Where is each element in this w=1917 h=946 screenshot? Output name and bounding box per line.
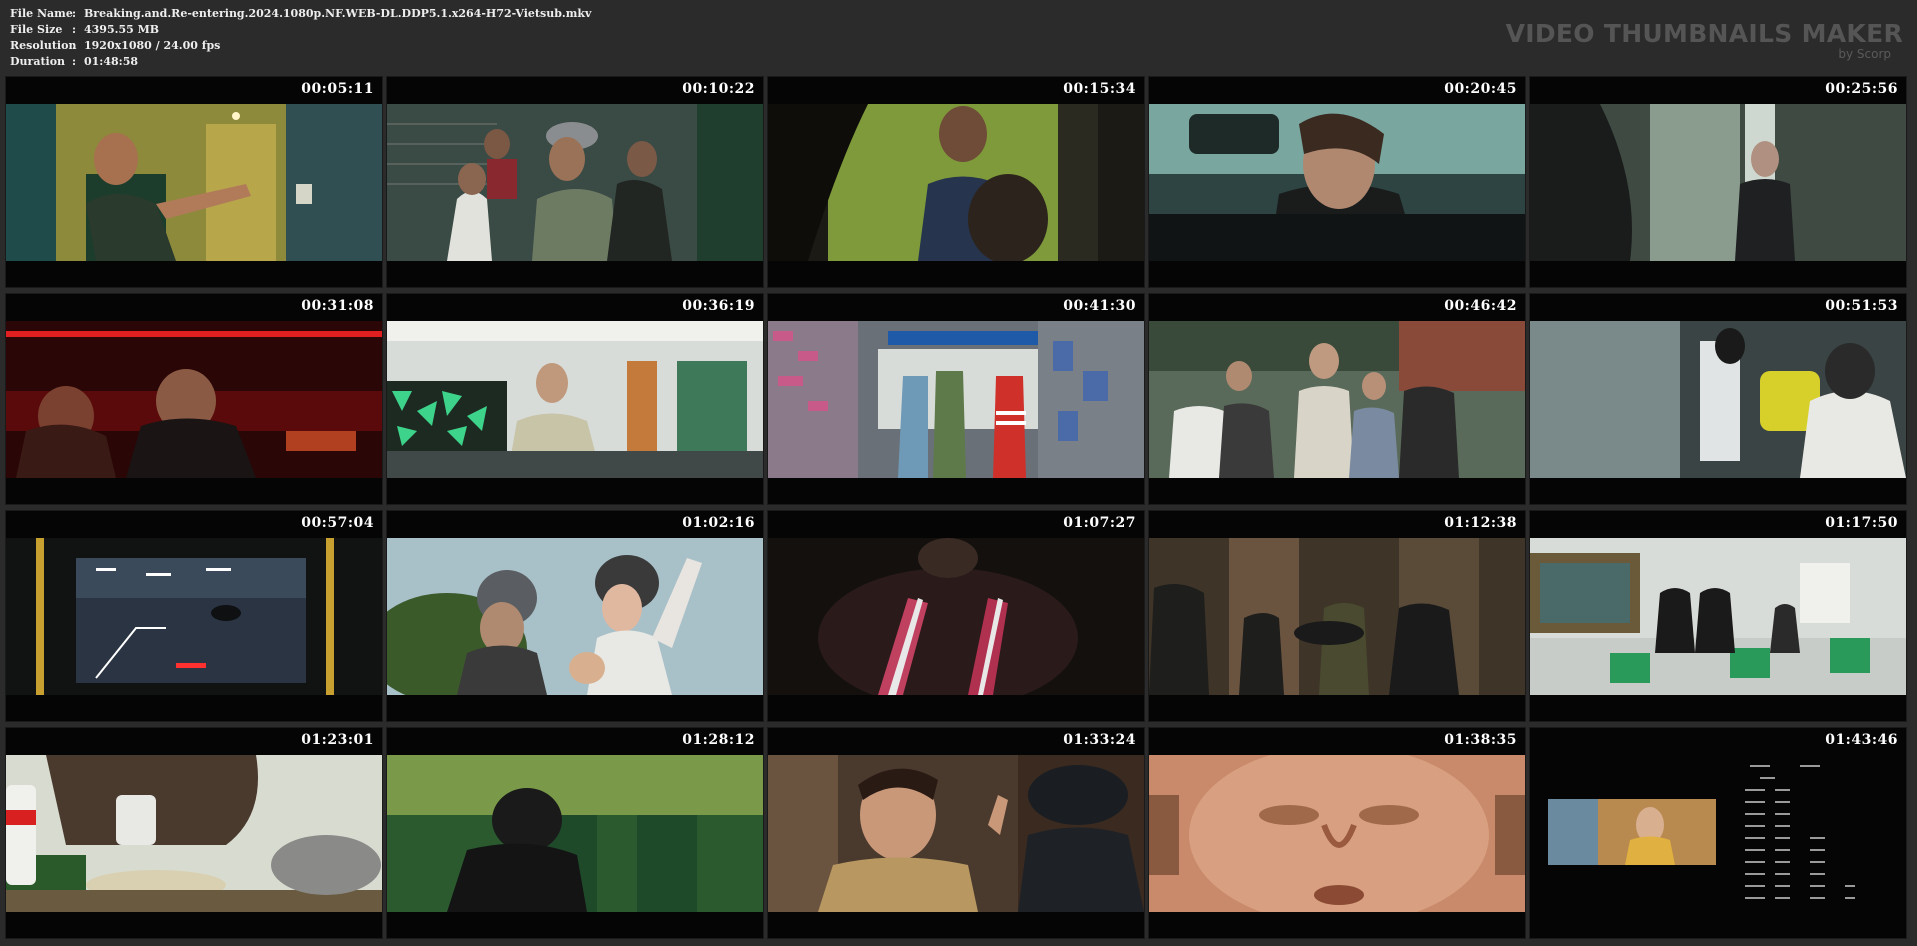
thumbnail-1[interactable]: 00:05:11 [6, 77, 382, 287]
frame-image [1149, 321, 1525, 478]
timestamp: 00:36:19 [682, 298, 755, 314]
timestamp: 01:12:38 [1444, 515, 1517, 531]
frame-image [768, 538, 1144, 695]
file-info: File Name : Breaking.and.Re-entering.202… [10, 6, 591, 70]
brand-subtitle: by Scorp [1838, 47, 1891, 61]
duration-sep: : [72, 55, 77, 68]
thumbnail-19[interactable]: 01:38:35 [1149, 728, 1525, 938]
frame-image [1530, 538, 1906, 695]
timestamp: 00:05:11 [301, 81, 374, 97]
frame-image [1530, 755, 1906, 912]
frame-image [387, 538, 763, 695]
timestamp: 01:43:46 [1825, 732, 1898, 748]
sheet-header: File Name : Breaking.and.Re-entering.202… [0, 0, 1917, 72]
duration-label: Duration [10, 55, 66, 68]
file-name-value: Breaking.and.Re-entering.2024.1080p.NF.W… [84, 7, 592, 20]
frame-image [1149, 755, 1525, 912]
file-size-value: 4395.55 MB [84, 23, 160, 36]
duration-value: 01:48:58 [84, 55, 139, 68]
file-size-sep: : [72, 23, 77, 36]
frame-image [387, 104, 763, 261]
timestamp: 00:31:08 [301, 298, 374, 314]
thumbnail-16[interactable]: 01:23:01 [6, 728, 382, 938]
thumbnail-4[interactable]: 00:20:45 [1149, 77, 1525, 287]
timestamp: 00:46:42 [1444, 298, 1517, 314]
thumbnail-8[interactable]: 00:41:30 [768, 294, 1144, 504]
thumbnail-12[interactable]: 01:02:16 [387, 511, 763, 721]
resolution-row: Resolution : 1920x1080 / 24.00 fps [10, 38, 591, 54]
file-name-label: File Name [10, 7, 73, 20]
frame-image [768, 755, 1144, 912]
file-size-label: File Size [10, 23, 63, 36]
timestamp: 00:20:45 [1444, 81, 1517, 97]
resolution-value: 1920x1080 / 24.00 fps [84, 39, 221, 52]
file-size-row: File Size : 4395.55 MB [10, 22, 591, 38]
thumbnail-17[interactable]: 01:28:12 [387, 728, 763, 938]
thumbnail-2[interactable]: 00:10:22 [387, 77, 763, 287]
frame-image [387, 755, 763, 912]
frame-image [1149, 538, 1525, 695]
frame-image [1530, 104, 1906, 261]
thumbnail-5[interactable]: 00:25:56 [1530, 77, 1906, 287]
thumbnail-10[interactable]: 00:51:53 [1530, 294, 1906, 504]
file-name-row: File Name : Breaking.and.Re-entering.202… [10, 6, 591, 22]
brand-title: VIDEO THUMBNAILS MAKER [1505, 19, 1903, 48]
frame-image [768, 104, 1144, 261]
frame-image [6, 538, 382, 695]
resolution-label: Resolution [10, 39, 77, 52]
timestamp: 00:41:30 [1063, 298, 1136, 314]
file-name-sep: : [72, 7, 77, 20]
frame-image [1149, 104, 1525, 261]
frame-image [6, 321, 382, 478]
brand-watermark: VIDEO THUMBNAILS MAKER by Scorp [1505, 19, 1903, 61]
frame-image [1530, 321, 1906, 478]
timestamp: 01:02:16 [682, 515, 755, 531]
timestamp: 01:28:12 [682, 732, 755, 748]
frame-image [6, 755, 382, 912]
frame-image [387, 321, 763, 478]
thumbnail-9[interactable]: 00:46:42 [1149, 294, 1525, 504]
duration-row: Duration : 01:48:58 [10, 54, 591, 70]
thumbnail-14[interactable]: 01:12:38 [1149, 511, 1525, 721]
timestamp: 01:07:27 [1063, 515, 1136, 531]
timestamp: 00:15:34 [1063, 81, 1136, 97]
thumbnail-18[interactable]: 01:33:24 [768, 728, 1144, 938]
timestamp: 00:10:22 [682, 81, 755, 97]
thumbnail-11[interactable]: 00:57:04 [6, 511, 382, 721]
timestamp: 01:38:35 [1444, 732, 1517, 748]
thumbnail-7[interactable]: 00:36:19 [387, 294, 763, 504]
timestamp: 00:25:56 [1825, 81, 1898, 97]
thumbnail-20[interactable]: 01:43:46 [1530, 728, 1906, 938]
thumbnail-grid: 00:05:11 00:10:22 00:15:34 00:20:45 00:2… [6, 77, 1906, 938]
thumbnail-3[interactable]: 00:15:34 [768, 77, 1144, 287]
timestamp: 01:33:24 [1063, 732, 1136, 748]
resolution-sep: : [72, 39, 77, 52]
thumbnail-15[interactable]: 01:17:50 [1530, 511, 1906, 721]
thumbnail-6[interactable]: 00:31:08 [6, 294, 382, 504]
thumbnail-13[interactable]: 01:07:27 [768, 511, 1144, 721]
timestamp: 01:23:01 [301, 732, 374, 748]
frame-image [768, 321, 1144, 478]
timestamp: 00:57:04 [301, 515, 374, 531]
frame-image [6, 104, 382, 261]
timestamp: 00:51:53 [1825, 298, 1898, 314]
timestamp: 01:17:50 [1825, 515, 1898, 531]
